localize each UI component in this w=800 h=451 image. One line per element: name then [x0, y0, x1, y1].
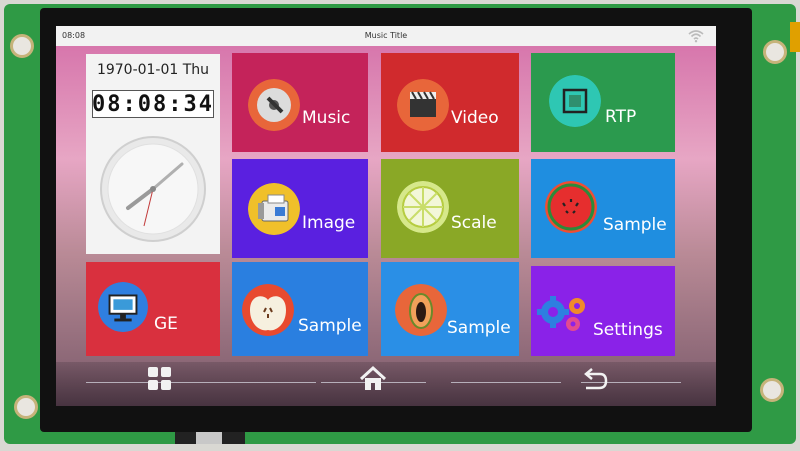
mount-hole	[763, 40, 787, 64]
tile-image[interactable]: Image	[232, 159, 368, 258]
device-frame: 08:08 Music Title 1970-01-01 Thu 08:08:3…	[0, 0, 800, 451]
mount-hole	[14, 395, 38, 419]
tile-music-label: Music	[302, 108, 351, 128]
tile-ge-label: GE	[154, 314, 178, 334]
back-arrow-icon[interactable]	[580, 364, 610, 394]
tile-sample-3[interactable]: Sample	[381, 262, 519, 356]
wifi-icon	[688, 30, 704, 43]
monitor-icon	[98, 282, 148, 332]
tile-rtp-label: RTP	[605, 107, 637, 127]
tile-scale[interactable]: Scale	[381, 159, 519, 258]
tile-video[interactable]: Video	[381, 53, 519, 152]
screen: 08:08 Music Title 1970-01-01 Thu 08:08:3…	[56, 26, 716, 406]
tile-sample-3-label: Sample	[447, 318, 511, 338]
nav-divider	[86, 382, 316, 383]
tile-music[interactable]: Music	[232, 53, 368, 152]
tile-image-label: Image	[302, 213, 356, 233]
status-title: Music Title	[364, 31, 408, 40]
apple-half-icon	[242, 284, 294, 336]
digital-clock: 08:08:34	[92, 90, 214, 118]
tile-rtp[interactable]: RTP	[531, 53, 675, 152]
ribbon-label	[196, 432, 222, 444]
papaya-icon	[395, 284, 447, 336]
tile-sample-1-label: Sample	[603, 215, 667, 235]
status-bar: 08:08 Music Title	[56, 26, 716, 46]
mount-hole	[760, 378, 784, 402]
lime-slice-icon	[397, 181, 449, 233]
tile-sample-1[interactable]: Sample	[531, 159, 675, 258]
tile-scale-label: Scale	[451, 213, 497, 233]
tile-sample-2[interactable]: Sample	[232, 262, 368, 356]
music-disc-icon	[248, 79, 300, 131]
tile-sample-2-label: Sample	[298, 316, 362, 336]
nav-divider	[451, 382, 561, 383]
tile-video-label: Video	[451, 108, 499, 128]
tile-ge[interactable]: GE	[86, 262, 220, 356]
mount-hole	[10, 34, 34, 58]
tile-settings[interactable]: Settings	[531, 266, 675, 356]
fax-machine-icon	[248, 183, 300, 235]
clock-widget[interactable]: 1970-01-01 Thu 08:08:34	[86, 54, 220, 254]
video-clapper-icon	[397, 79, 449, 131]
apps-grid-icon[interactable]	[145, 364, 175, 394]
rtp-icon	[549, 75, 601, 127]
home-icon[interactable]	[358, 364, 388, 394]
gears-icon	[537, 296, 585, 331]
connector	[790, 22, 800, 52]
tile-settings-label: Settings	[593, 320, 663, 340]
watermelon-icon	[545, 181, 597, 233]
clock-date: 1970-01-01 Thu	[96, 62, 210, 78]
analog-clock	[100, 136, 206, 242]
